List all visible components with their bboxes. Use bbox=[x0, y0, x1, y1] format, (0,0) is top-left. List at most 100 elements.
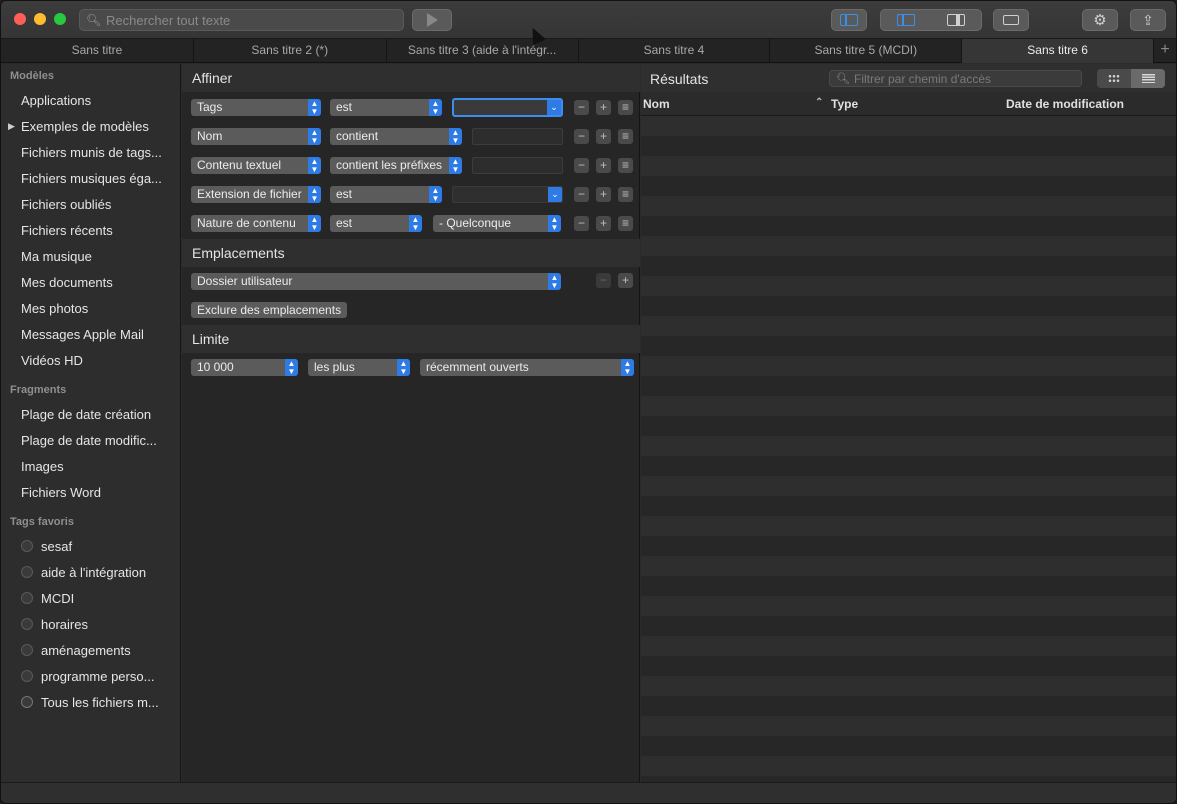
sidebar-tag-personal-program[interactable]: programme perso... bbox=[41, 669, 176, 684]
add-criterion-button[interactable]: + bbox=[596, 129, 611, 144]
criterion-attribute-popup[interactable]: Nature de contenu ▲ ▼ bbox=[191, 215, 321, 232]
run-search-button[interactable] bbox=[412, 9, 452, 31]
remove-criterion-button[interactable]: − bbox=[574, 100, 589, 115]
limit-order-popup[interactable]: récemment ouverts ▲ ▼ bbox=[420, 359, 634, 376]
sidebar-item-creation-date-range[interactable]: Plage de date création bbox=[21, 407, 175, 422]
tab-3[interactable]: Sans titre 3 (aide à l'intégr... bbox=[387, 39, 579, 63]
search-input[interactable] bbox=[106, 10, 396, 30]
criterion-attribute-popup[interactable]: Tags ▲ ▼ bbox=[191, 99, 321, 116]
limit-qualifier-popup[interactable]: les plus ▲ ▼ bbox=[308, 359, 410, 376]
sidebar-tag-all-files[interactable]: Tous les fichiers m... bbox=[41, 695, 176, 710]
icon-view-button[interactable] bbox=[1097, 69, 1131, 88]
sidebar-item-word-files[interactable]: Fichiers Word bbox=[21, 485, 175, 500]
criterion-attribute-popup[interactable]: Contenu textuel ▲ ▼ bbox=[191, 157, 321, 174]
sidebar-item-my-music[interactable]: Ma musique bbox=[21, 249, 175, 264]
preview-icon bbox=[1003, 15, 1019, 25]
criterion-operator-popup[interactable]: est ▲ ▼ bbox=[330, 215, 422, 232]
location-popup[interactable]: Dossier utilisateur ▲ ▼ bbox=[191, 273, 561, 290]
view-mode-segmented-control[interactable] bbox=[1097, 69, 1165, 88]
add-tab-button[interactable]: + bbox=[1154, 39, 1176, 62]
add-criterion-button[interactable]: + bbox=[596, 187, 611, 202]
tag-value-combobox[interactable]: ⌄ bbox=[452, 98, 563, 117]
text-content-value-field[interactable] bbox=[472, 157, 563, 174]
preview-button[interactable] bbox=[993, 9, 1029, 31]
sidebar-item-music-files[interactable]: Fichiers musiques éga... bbox=[21, 171, 175, 186]
sidebar-item-forgotten-files[interactable]: Fichiers oubliés bbox=[21, 197, 175, 212]
column-header-modification-date[interactable]: Date de modification bbox=[1006, 97, 1124, 111]
criterion-attribute-popup[interactable]: Nom ▲ ▼ bbox=[191, 128, 321, 145]
sidebar-item-images[interactable]: Images bbox=[21, 459, 175, 474]
tab-1[interactable]: Sans titre bbox=[1, 39, 194, 63]
path-filter-field[interactable]: 🔍︎ bbox=[829, 70, 1082, 87]
sidebar-tag-sesaf[interactable]: sesaf bbox=[41, 539, 176, 554]
sidebar-item-my-photos[interactable]: Mes photos bbox=[21, 301, 175, 316]
sidebar-tag-mcdi[interactable]: MCDI bbox=[41, 591, 176, 606]
remove-criterion-button[interactable]: − bbox=[574, 187, 589, 202]
popup-arrows-icon: ▲ ▼ bbox=[449, 128, 462, 145]
sidebar-item-apple-mail[interactable]: Messages Apple Mail bbox=[21, 327, 175, 342]
criterion-group-button[interactable]: ≡ bbox=[618, 100, 633, 115]
gear-icon: ⚙ bbox=[1093, 12, 1107, 29]
chevron-down-icon[interactable]: ⌄ bbox=[548, 187, 562, 202]
sort-ascending-icon[interactable]: ⌃ bbox=[815, 97, 823, 108]
add-location-button[interactable]: + bbox=[618, 273, 633, 288]
sidebar-tag-integration-help[interactable]: aide à l'intégration bbox=[41, 565, 176, 580]
add-criterion-button[interactable]: + bbox=[596, 216, 611, 231]
exclude-locations-button[interactable]: Exclure des emplacements bbox=[191, 302, 348, 318]
remove-location-button[interactable]: − bbox=[596, 273, 611, 288]
results-list[interactable] bbox=[641, 116, 1176, 782]
tab-6[interactable]: Sans titre 6 bbox=[962, 39, 1155, 63]
criterion-group-button[interactable]: ≡ bbox=[618, 129, 633, 144]
sidebar-item-model-examples[interactable]: Exemples de modèles bbox=[21, 119, 175, 134]
sidebar-item-recent-files[interactable]: Fichiers récents bbox=[21, 223, 175, 238]
chevron-down-icon[interactable]: ⌄ bbox=[547, 100, 561, 115]
content-kind-popup[interactable]: - Quelconque ▲ ▼ bbox=[433, 215, 561, 232]
tag-color-icon bbox=[21, 670, 33, 682]
sidebar-item-applications[interactable]: Applications bbox=[21, 93, 175, 108]
disclosure-triangle-icon[interactable]: ▶ bbox=[8, 121, 15, 132]
sidebar-tag-arrangements[interactable]: aménagements bbox=[41, 643, 176, 658]
criterion-group-button[interactable]: ≡ bbox=[618, 187, 633, 202]
limit-count-popup[interactable]: 10 000 ▲ ▼ bbox=[191, 359, 298, 376]
tab-2[interactable]: Sans titre 2 (*) bbox=[194, 39, 387, 63]
criterion-operator-popup[interactable]: contient ▲ ▼ bbox=[330, 128, 462, 145]
sidebar-tag-schedules[interactable]: horaires bbox=[41, 617, 176, 632]
sidebar-item-hd-videos[interactable]: Vidéos HD bbox=[21, 353, 175, 368]
name-value-field[interactable] bbox=[472, 128, 563, 145]
criterion-operator-popup[interactable]: est ▲ ▼ bbox=[330, 99, 442, 116]
criterion-attribute-popup[interactable]: Extension de fichier ▲ ▼ bbox=[191, 186, 321, 203]
left-panel-icon[interactable] bbox=[897, 14, 915, 26]
column-header-type[interactable]: Type bbox=[831, 97, 858, 111]
search-field[interactable]: 🔍︎ bbox=[79, 9, 404, 31]
tab-4[interactable]: Sans titre 4 bbox=[579, 39, 771, 63]
list-view-button[interactable] bbox=[1131, 69, 1165, 88]
close-window-button[interactable] bbox=[14, 13, 26, 25]
criterion-group-button[interactable]: ≡ bbox=[618, 216, 633, 231]
criterion-operator-popup[interactable]: est ▲ ▼ bbox=[330, 186, 442, 203]
panel-layout-segmented-control[interactable] bbox=[880, 9, 1176, 791]
popup-arrows-icon: ▲ ▼ bbox=[308, 128, 321, 145]
remove-criterion-button[interactable]: − bbox=[574, 158, 589, 173]
tab-5[interactable]: Sans titre 5 (MCDI) bbox=[770, 39, 963, 63]
sidebar-item-modification-date-range[interactable]: Plage de date modific... bbox=[21, 433, 175, 448]
settings-button[interactable]: ⚙ bbox=[1082, 9, 1118, 31]
remove-criterion-button[interactable]: − bbox=[574, 216, 589, 231]
toggle-sidebar-button[interactable] bbox=[831, 9, 867, 31]
zoom-window-button[interactable] bbox=[54, 13, 66, 25]
add-criterion-button[interactable]: + bbox=[596, 158, 611, 173]
minimize-window-button[interactable] bbox=[34, 13, 46, 25]
share-button[interactable]: ⇪ bbox=[1130, 9, 1166, 31]
right-panel-icon[interactable] bbox=[947, 14, 965, 26]
sidebar-item-my-documents[interactable]: Mes documents bbox=[21, 275, 175, 290]
extension-value-combobox[interactable]: ⌄ bbox=[452, 186, 563, 203]
sidebar-item-tagged-files[interactable]: Fichiers munis de tags... bbox=[21, 145, 175, 160]
limit-heading: Limite bbox=[182, 325, 640, 353]
add-criterion-button[interactable]: + bbox=[596, 100, 611, 115]
path-filter-input[interactable] bbox=[854, 71, 1079, 86]
all-tags-icon bbox=[21, 696, 33, 708]
column-header-name[interactable]: Nom bbox=[643, 97, 670, 111]
tag-color-icon bbox=[21, 592, 33, 604]
criterion-operator-popup[interactable]: contient les préfixes ▲ ▼ bbox=[330, 157, 462, 174]
criterion-group-button[interactable]: ≡ bbox=[618, 158, 633, 173]
remove-criterion-button[interactable]: − bbox=[574, 129, 589, 144]
